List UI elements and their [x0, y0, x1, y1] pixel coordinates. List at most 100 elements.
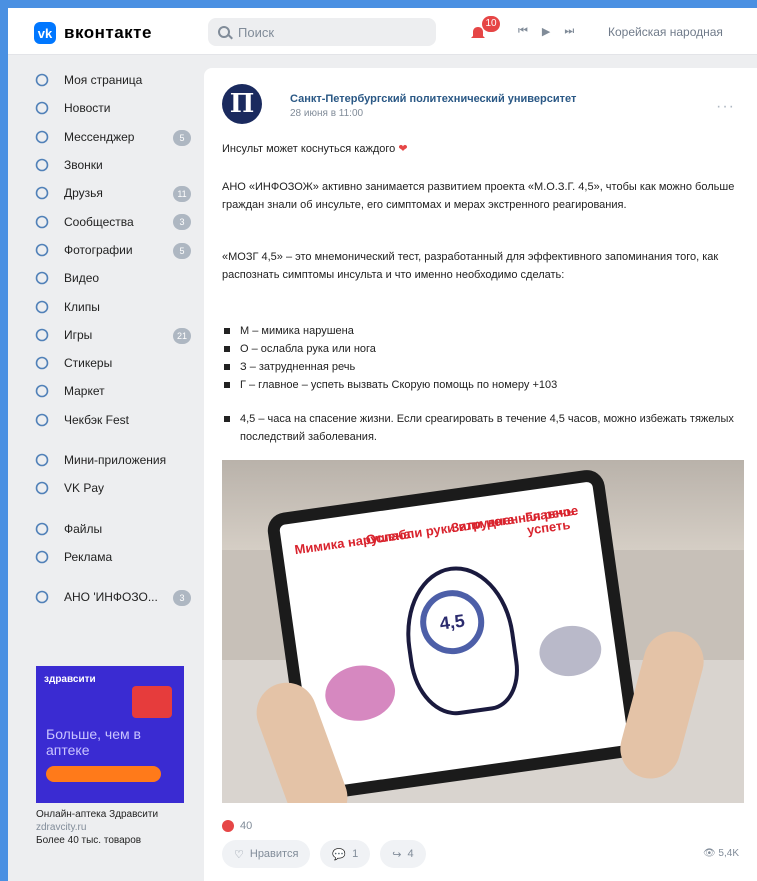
sidebar-count-badge: 21: [173, 327, 191, 344]
ad-caption[interactable]: Онлайн-аптека Здравсити zdravcity.ru Бол…: [36, 808, 196, 847]
share-count: 4: [407, 848, 414, 860]
ads-icon: [34, 549, 50, 565]
sidebar-count-badge: 5: [173, 129, 191, 146]
post-bullets: М – мимика нарушена О – ослабла рука или …: [222, 322, 744, 394]
post-image[interactable]: Мимика нарушена Ослабли руки или нога За…: [222, 460, 744, 803]
brain-right-image: [536, 621, 605, 681]
post-author[interactable]: Санкт-Петербургский политехнический унив…: [290, 93, 576, 105]
like-button[interactable]: ♡ Нравится: [222, 840, 311, 868]
post-paragraph-1: АНО «ИНФОЗОЖ» активно занимается развити…: [222, 181, 735, 211]
bullet-item: З – затрудненная речь: [222, 358, 744, 376]
ad-subtitle: Более 40 тыс. товаров: [36, 835, 142, 846]
sidebar-item-c0[interactable]: Файлы: [26, 514, 191, 542]
sidebar-item-label: Файлы: [64, 521, 103, 536]
prev-track-icon[interactable]: ⏮: [518, 25, 528, 38]
sidebar-count-badge: 5: [173, 242, 191, 259]
clips-icon: [34, 299, 50, 315]
next-track-icon[interactable]: ⏭: [564, 25, 574, 38]
sidebar-item-b1[interactable]: VK Pay: [26, 474, 191, 502]
sidebar-item-3[interactable]: Звонки: [26, 151, 191, 179]
pay-icon: [34, 480, 50, 496]
sidebar-item-label: Мини-приложения: [64, 453, 167, 467]
search-placeholder: Поиск: [238, 24, 275, 40]
fest-icon: [34, 412, 50, 428]
comment-button[interactable]: 💬 1: [320, 840, 371, 868]
sidebar-item-10[interactable]: Стикеры: [26, 349, 191, 377]
games-icon: [34, 327, 50, 343]
feed-post: П Санкт-Петербургский политехнический ун…: [204, 68, 757, 881]
basket-image: [132, 686, 172, 718]
sidebar-item-2[interactable]: Мессенджер 5: [26, 123, 191, 151]
left-sidebar: Моя страница Новости Мессенджер 5 Звонки Друз…: [26, 66, 191, 611]
sidebar-item-label: VK Pay: [64, 481, 105, 496]
comment-icon: 💬: [332, 848, 347, 861]
brand-name: вконтакте: [64, 23, 152, 42]
bullet-item: Г – главное – успеть вызвать Скорую помо…: [222, 376, 744, 394]
sidebar-item-5[interactable]: Сообщества 3: [26, 207, 191, 235]
notification-badge: 10: [482, 16, 500, 32]
ad-cta-button[interactable]: [46, 766, 161, 782]
eye-icon: 👁: [702, 848, 719, 859]
ad-title: Онлайн-аптека Здравсити: [36, 809, 159, 820]
share-button[interactable]: ↪ 4: [380, 840, 426, 868]
sidebar-item-4[interactable]: Друзья 11: [26, 179, 191, 207]
bullet-marker: [224, 346, 230, 352]
sidebar-item-12[interactable]: Чекбэк Fest: [26, 406, 191, 434]
sidebar-item-label: Видео: [64, 271, 100, 286]
community-avatar[interactable]: П: [222, 84, 262, 124]
news-icon: [34, 100, 50, 116]
sidebar-item-7[interactable]: Видео: [26, 264, 191, 292]
community-icon: [34, 214, 50, 230]
current-track-title[interactable]: Корейская народная: [608, 25, 757, 41]
sidebar-item-11[interactable]: Маркет: [26, 377, 191, 405]
post-paragraph-3-text: 4,5 – часа на спасение жизни. Если среаг…: [240, 413, 734, 443]
sidebar-ad-banner[interactable]: здравсити Больше, чем в аптеке: [36, 666, 184, 803]
sidebar-item-8[interactable]: Клипы: [26, 292, 191, 320]
sidebar-item-label: Игры: [64, 327, 93, 342]
search-input[interactable]: Поиск: [208, 18, 436, 46]
sidebar-separator: [26, 502, 191, 514]
share-icon: ↪: [392, 848, 402, 861]
sidebar-item-1[interactable]: Новости: [26, 94, 191, 122]
heart-emoji-icon: ❤: [398, 143, 408, 155]
files-icon: [34, 521, 50, 537]
ad-brand: здравсити: [44, 674, 96, 685]
sidebar-item-6[interactable]: Фотографии 5: [26, 236, 191, 264]
post-date[interactable]: 28 июня в 11:00: [290, 108, 363, 119]
user-icon: [34, 72, 50, 88]
bullet-text: О – ослабла рука или нога: [240, 343, 376, 355]
audio-player-controls: ⏮ ▶ ⏭: [518, 25, 574, 38]
more-options-icon[interactable]: ···: [716, 98, 735, 116]
brain-left-image: [321, 661, 399, 726]
sidebar-item-label: Реклама: [64, 549, 113, 564]
sidebar-separator: [26, 571, 191, 583]
infographic-col-4: Главное успеть: [524, 502, 580, 538]
views-value: 5,4K: [718, 848, 739, 859]
like-label: Нравится: [249, 848, 299, 860]
sidebar-item-label: Новости: [64, 101, 111, 116]
sidebar-item-label: Моя страница: [64, 73, 143, 88]
ring-value: 4,5: [438, 609, 466, 634]
sidebar-item-9[interactable]: Игры 21: [26, 321, 191, 349]
sidebar-item-c1[interactable]: Реклама: [26, 543, 191, 571]
sidebar-item-group[interactable]: АНО 'ИНФОЗО... 3: [26, 583, 191, 611]
play-icon[interactable]: ▶: [542, 25, 550, 38]
vk-logo[interactable]: vk вконтакте: [34, 22, 152, 44]
market-icon: [34, 383, 50, 399]
views-count: 👁 5,4K: [703, 848, 739, 859]
friends-icon: [34, 185, 50, 201]
vk-logo-icon: vk: [34, 22, 56, 44]
window-frame-left: [0, 0, 8, 881]
bullet-item: М – мимика нарушена: [222, 322, 744, 340]
phone-icon: [34, 157, 50, 173]
sidebar-item-label: Мессенджер: [64, 129, 135, 144]
tablet-screen: Мимика нарушена Ослабли руки или нога За…: [279, 481, 629, 789]
sidebar-count-badge: 3: [173, 590, 191, 607]
sidebar-item-b0[interactable]: Мини-приложения: [26, 446, 191, 474]
top-header: vk вконтакте Поиск 10 ⏮ ▶ ⏭ Корейская на…: [8, 8, 757, 55]
comment-count: 1: [352, 848, 359, 860]
reactions-summary[interactable]: 40: [222, 820, 252, 832]
ad-headline: Больше, чем в аптеке: [46, 726, 141, 758]
sidebar-item-0[interactable]: Моя страница: [26, 66, 191, 94]
message-icon: [34, 129, 50, 145]
